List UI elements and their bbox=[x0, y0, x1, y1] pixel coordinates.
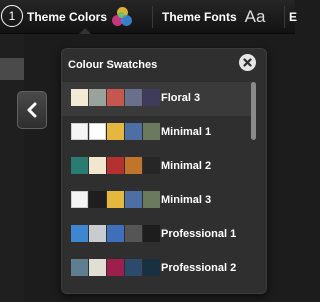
step-number-badge: 1 bbox=[1, 5, 23, 27]
color-swatch bbox=[107, 225, 124, 242]
color-swatch bbox=[125, 225, 142, 242]
color-swatch bbox=[107, 89, 124, 106]
color-swatch bbox=[89, 225, 106, 242]
color-swatch bbox=[143, 225, 160, 242]
close-icon[interactable] bbox=[239, 54, 256, 71]
swatch-item[interactable]: Floral 3 bbox=[62, 82, 252, 116]
color-swatch bbox=[143, 157, 160, 174]
swatch-item-label: Professional 2 bbox=[161, 262, 237, 274]
color-swatch bbox=[125, 123, 142, 140]
color-circles-icon bbox=[112, 6, 134, 27]
toolbar: 1 Theme Colors Theme Fonts Aa E bbox=[0, 0, 297, 34]
swatch-item[interactable]: Professional 2 bbox=[62, 252, 252, 286]
color-swatch bbox=[125, 89, 142, 106]
color-swatch bbox=[143, 259, 160, 276]
close-x-glyph bbox=[243, 58, 252, 67]
color-swatch bbox=[89, 157, 106, 174]
color-swatch bbox=[89, 191, 106, 208]
swatch-strip bbox=[71, 225, 161, 242]
dropdown-caret bbox=[79, 28, 91, 34]
swatch-strip bbox=[71, 123, 161, 140]
panel-title: Colour Swatches bbox=[68, 59, 158, 71]
swatch-strip bbox=[71, 157, 161, 174]
swatch-item-label: Floral 3 bbox=[161, 92, 201, 104]
swatch-item[interactable]: Minimal 3 bbox=[62, 184, 252, 218]
color-swatch bbox=[107, 259, 124, 276]
collapse-button[interactable] bbox=[17, 91, 47, 129]
color-swatch bbox=[143, 89, 160, 106]
color-swatch bbox=[125, 259, 142, 276]
swatch-item[interactable]: Professional 1 bbox=[62, 218, 252, 252]
color-swatch bbox=[71, 89, 88, 106]
swatch-strip bbox=[71, 259, 161, 276]
sidebar-highlight bbox=[0, 58, 24, 80]
color-swatch bbox=[107, 157, 124, 174]
color-swatch bbox=[125, 191, 142, 208]
color-swatch bbox=[89, 259, 106, 276]
color-swatch bbox=[125, 157, 142, 174]
color-swatch bbox=[71, 191, 88, 208]
theme-fonts-button[interactable]: Theme Fonts Aa bbox=[162, 0, 265, 33]
swatch-strip bbox=[71, 89, 161, 106]
swatch-item-label: Minimal 1 bbox=[161, 126, 212, 138]
color-swatch bbox=[143, 191, 160, 208]
swatch-item-label: Minimal 2 bbox=[161, 160, 212, 172]
truncated-toolbar-button[interactable]: E bbox=[289, 0, 297, 33]
color-swatch bbox=[71, 225, 88, 242]
swatch-item[interactable]: Minimal 2 bbox=[62, 150, 252, 184]
swatch-strip bbox=[71, 191, 161, 208]
swatch-item[interactable]: Minimal 1 bbox=[62, 116, 252, 150]
chevron-left-icon bbox=[27, 102, 37, 118]
truncated-label: E bbox=[289, 9, 298, 24]
color-swatch bbox=[107, 191, 124, 208]
scrollbar-thumb[interactable] bbox=[251, 82, 256, 140]
toolbar-separator bbox=[284, 6, 285, 28]
color-swatch bbox=[89, 89, 106, 106]
color-swatch bbox=[71, 123, 88, 140]
color-swatch bbox=[107, 123, 124, 140]
color-swatch bbox=[71, 259, 88, 276]
color-swatch bbox=[143, 123, 160, 140]
toolbar-separator bbox=[152, 6, 153, 28]
color-swatch bbox=[89, 123, 106, 140]
theme-colors-label: Theme Colors bbox=[27, 9, 108, 24]
theme-fonts-label: Theme Fonts bbox=[162, 9, 237, 24]
swatch-item-label: Minimal 3 bbox=[161, 194, 212, 206]
color-swatch bbox=[71, 157, 88, 174]
colour-swatches-panel: Colour Swatches Floral 3 Minimal 1 Minim… bbox=[61, 48, 267, 294]
swatch-item-label: Professional 1 bbox=[161, 228, 237, 240]
font-aa-icon: Aa bbox=[244, 6, 266, 26]
